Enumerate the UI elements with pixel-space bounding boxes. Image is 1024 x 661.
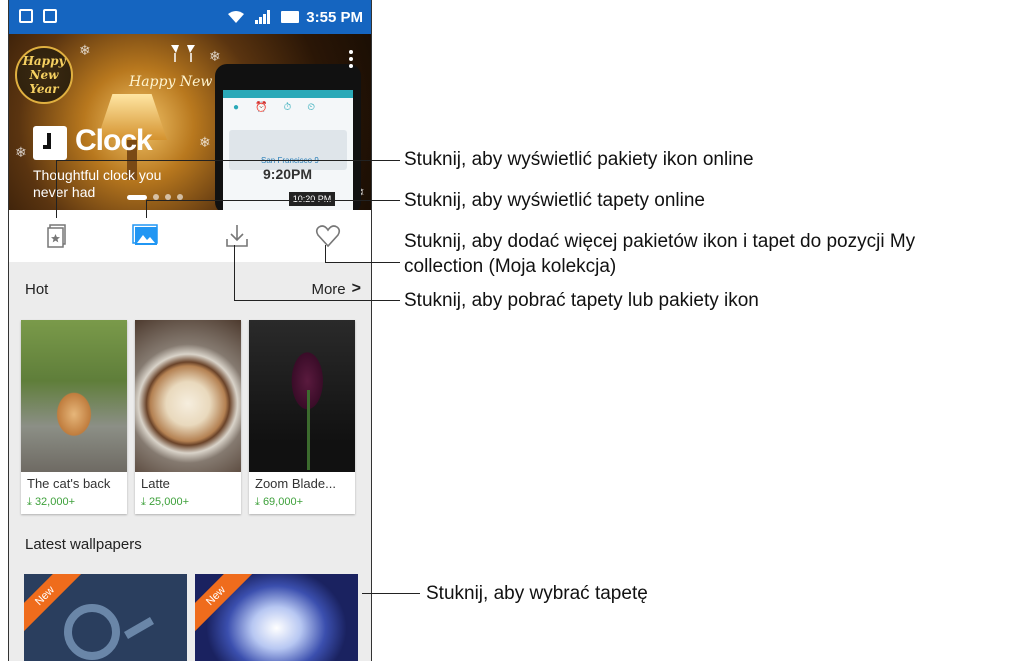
carousel-dot-active[interactable] (127, 194, 147, 200)
download-arrow-icon: ⤓ (27, 496, 32, 508)
wallpaper-name: The cat's back (27, 476, 111, 491)
download-arrow-icon: ⤓ (141, 496, 146, 508)
wallpaper-icon (131, 224, 158, 245)
callout-icon-packs: Stuknij, aby wyświetlić pakiety ikon onl… (404, 149, 754, 170)
download-arrow-icon: ⤓ (255, 496, 260, 508)
callout-collection-line2: collection (Moja kolekcja) (404, 256, 617, 277)
wallpaper-name: Latte (141, 476, 170, 491)
banner-time-display: 10:20 PM (289, 192, 335, 206)
signal-icon (255, 10, 270, 24)
screenshot-notification-icon (19, 9, 33, 23)
snowflake-icon: ❄ (79, 42, 91, 58)
banner-menu-icon[interactable] (349, 50, 353, 70)
phone-screen: 3:55 PM ❄ ❄ ❄ ❄ ❄ ❄ Happy New Year Happy… (8, 0, 372, 661)
callout-line-icon-packs-vertical (56, 160, 57, 218)
clock-app-icon (33, 126, 67, 160)
status-bar: 3:55 PM (9, 0, 371, 34)
featured-banner[interactable]: ❄ ❄ ❄ ❄ ❄ ❄ Happy New Year Happy New Yea… (9, 34, 371, 210)
callout-line-collection (325, 262, 400, 263)
banner-app-title: Clock (75, 124, 153, 157)
new-badge: New (195, 574, 255, 635)
latest-wallpapers-list: New New (24, 574, 358, 661)
download-count: ⤓ 69,000+ (255, 496, 304, 508)
callout-wallpapers: Stuknij, aby wyświetlić tapety online (404, 190, 705, 211)
callout-collection-line1: Stuknij, aby dodać więcej pakietów ikon … (404, 231, 916, 252)
hot-list: The cat's back ⤓ 32,000+ Latte ⤓ 25,000+… (21, 320, 355, 514)
new-badge: New (24, 574, 84, 635)
heart-icon (315, 225, 340, 248)
battery-icon (281, 11, 299, 23)
wifi-icon (228, 11, 244, 23)
wallpaper-name: Zoom Blade... (255, 476, 336, 491)
hot-section-title: Hot (25, 280, 49, 298)
wallpaper-thumbnail (135, 320, 241, 472)
callout-select-wallpaper: Stuknij, aby wybrać tapetę (426, 583, 648, 604)
callout-line-wallpapers-vertical (146, 200, 147, 218)
content-area: Hot More > The cat's back ⤓ 32,000+ Latt… (9, 262, 371, 661)
download-icon (225, 225, 248, 247)
hot-card-zoom-blade[interactable]: Zoom Blade... ⤓ 69,000+ (249, 320, 355, 514)
tab-bar (9, 210, 371, 262)
callout-line-collection-vertical (325, 245, 326, 263)
latest-wallpaper-card[interactable]: New (195, 574, 358, 661)
callout-line-select-wallpaper (362, 593, 420, 594)
happy-new-year-logo: Happy New Year (15, 46, 73, 104)
wallpaper-thumbnail (249, 320, 355, 472)
tab-my-collection[interactable] (282, 210, 371, 262)
more-label: More (311, 280, 346, 298)
callout-line-wallpapers (146, 200, 400, 201)
download-count: ⤓ 32,000+ (27, 496, 76, 508)
wallpaper-thumbnail (21, 320, 127, 472)
snowflake-icon: ❄ (209, 48, 221, 64)
latest-wallpaper-card[interactable]: New (24, 574, 187, 661)
callout-line-download (234, 300, 400, 301)
phone-preview-image: ●⏰⏱⏲ San Francisco 9 9:20PM (215, 64, 361, 210)
callout-line-icon-packs (56, 160, 400, 161)
callout-line-download-vertical (234, 245, 235, 301)
image-notification-icon (43, 9, 57, 23)
callout-download: Stuknij, aby pobrać tapety lub pakiety i… (404, 290, 759, 311)
status-time: 3:55 PM (306, 9, 363, 26)
icon-pack-icon (46, 224, 66, 248)
hot-section-header: Hot More > (9, 262, 371, 316)
champagne-glasses-icon (171, 45, 195, 62)
download-count: ⤓ 25,000+ (141, 496, 190, 508)
snowflake-icon: ❄ (199, 134, 211, 150)
latest-wallpapers-title: Latest wallpapers (25, 536, 142, 553)
tab-download[interactable] (191, 210, 282, 262)
chevron-right-icon: > (351, 280, 361, 297)
snowflake-icon: ❄ (15, 144, 27, 160)
hot-card-latte[interactable]: Latte ⤓ 25,000+ (135, 320, 241, 514)
hot-card-cat[interactable]: The cat's back ⤓ 32,000+ (21, 320, 127, 514)
more-button[interactable]: More > (311, 280, 361, 298)
tab-icon-packs[interactable] (9, 210, 100, 262)
